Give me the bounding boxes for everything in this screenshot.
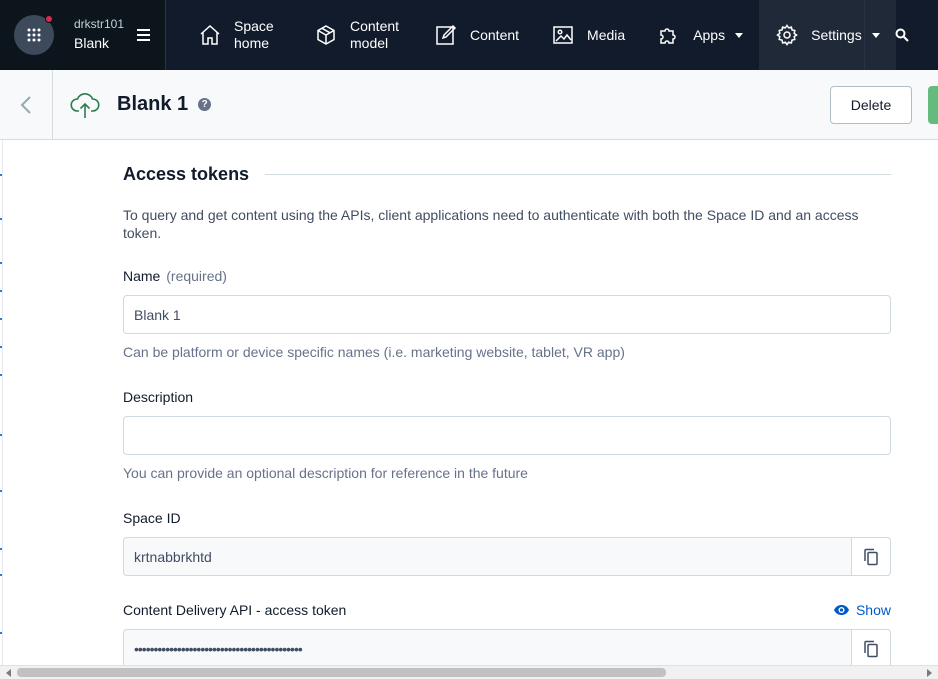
content-model-icon [317, 25, 335, 45]
copy-icon [864, 640, 878, 657]
workbench-header: Blank 1 ? Delete [0, 69, 938, 140]
home-icon [200, 24, 220, 45]
scroll-right-arrow-icon[interactable] [927, 669, 932, 677]
search-icon [895, 28, 909, 42]
nav-space-home[interactable]: Space home [166, 0, 292, 70]
space-name: Blank [74, 35, 110, 51]
section-header: Access tokens [123, 164, 891, 185]
description-input[interactable] [123, 416, 891, 455]
horizontal-scrollbar[interactable] [0, 665, 938, 679]
show-token-label: Show [855, 602, 891, 618]
nav-label-content: Content [470, 26, 520, 43]
save-button[interactable] [928, 86, 938, 124]
section-divider [265, 174, 891, 175]
chevron-left-icon [20, 95, 31, 114]
required-hint: (required) [166, 268, 227, 284]
description-help-text: You can provide an optional description … [123, 465, 528, 481]
org-name: drkstr101 [74, 17, 125, 31]
space-id-value: krtnabbrkhtd [134, 548, 212, 565]
main-content: Access tokens To query and get content u… [3, 140, 938, 665]
notification-dot [45, 15, 53, 23]
space-id-field[interactable]: krtnabbrkhtd [123, 537, 891, 576]
app-grid-icon[interactable] [14, 15, 54, 55]
nav-label-space-home: Space home [234, 18, 274, 51]
copy-space-id-button[interactable] [851, 537, 891, 576]
name-input[interactable]: Blank 1 [123, 295, 891, 334]
nav-label-apps: Apps [693, 26, 726, 43]
chevron-down-icon [735, 32, 744, 38]
nav-label-content-model: Content model [350, 18, 400, 51]
hamburger-menu-icon[interactable] [136, 28, 152, 42]
gear-icon [776, 24, 798, 46]
puzzle-icon [660, 28, 676, 44]
name-help-text: Can be platform or device specific names… [123, 344, 625, 360]
name-label: Name (required) [123, 268, 227, 284]
scroll-left-arrow-icon[interactable] [6, 669, 11, 677]
page-title: Blank 1 [117, 93, 189, 115]
cda-token-field[interactable]: ••••••••••••••••••••••••••••••••••••••••… [123, 629, 891, 665]
nav-content-model[interactable]: Content model [292, 0, 422, 70]
copy-icon [864, 548, 878, 565]
description-label: Description [123, 389, 194, 405]
back-button[interactable] [0, 69, 53, 140]
section-heading: Access tokens [123, 164, 250, 184]
search-button[interactable] [864, 0, 938, 70]
show-token-link[interactable]: Show [833, 602, 891, 618]
delete-button[interactable]: Delete [830, 86, 912, 124]
nav-label-media: Media [587, 26, 626, 43]
nav-content[interactable]: Content [422, 0, 535, 70]
eye-icon [833, 605, 849, 615]
name-input-value: Blank 1 [134, 306, 181, 323]
scrollbar-thumb[interactable] [17, 668, 666, 677]
space-id-label: Space ID [123, 510, 181, 526]
cda-token-label: Content Delivery API - access token [123, 602, 347, 618]
name-label-text: Name [123, 268, 161, 284]
intro-text: To query and get content using the APIs,… [123, 207, 859, 241]
nav-media[interactable]: Media [535, 0, 641, 70]
top-navigation: drkstr101 Blank Space home Content model… [0, 0, 938, 70]
nav-label-settings: Settings [811, 26, 862, 43]
content-edit-icon [436, 24, 457, 45]
media-icon [553, 26, 573, 44]
space-switcher[interactable]: drkstr101 Blank [0, 0, 166, 70]
help-icon[interactable]: ? [198, 98, 212, 111]
nav-apps[interactable]: Apps [641, 0, 759, 70]
cloud-upload-icon [70, 92, 100, 118]
cda-token-value: ••••••••••••••••••••••••••••••••••••••••… [134, 640, 303, 657]
copy-cda-token-button[interactable] [851, 629, 891, 665]
